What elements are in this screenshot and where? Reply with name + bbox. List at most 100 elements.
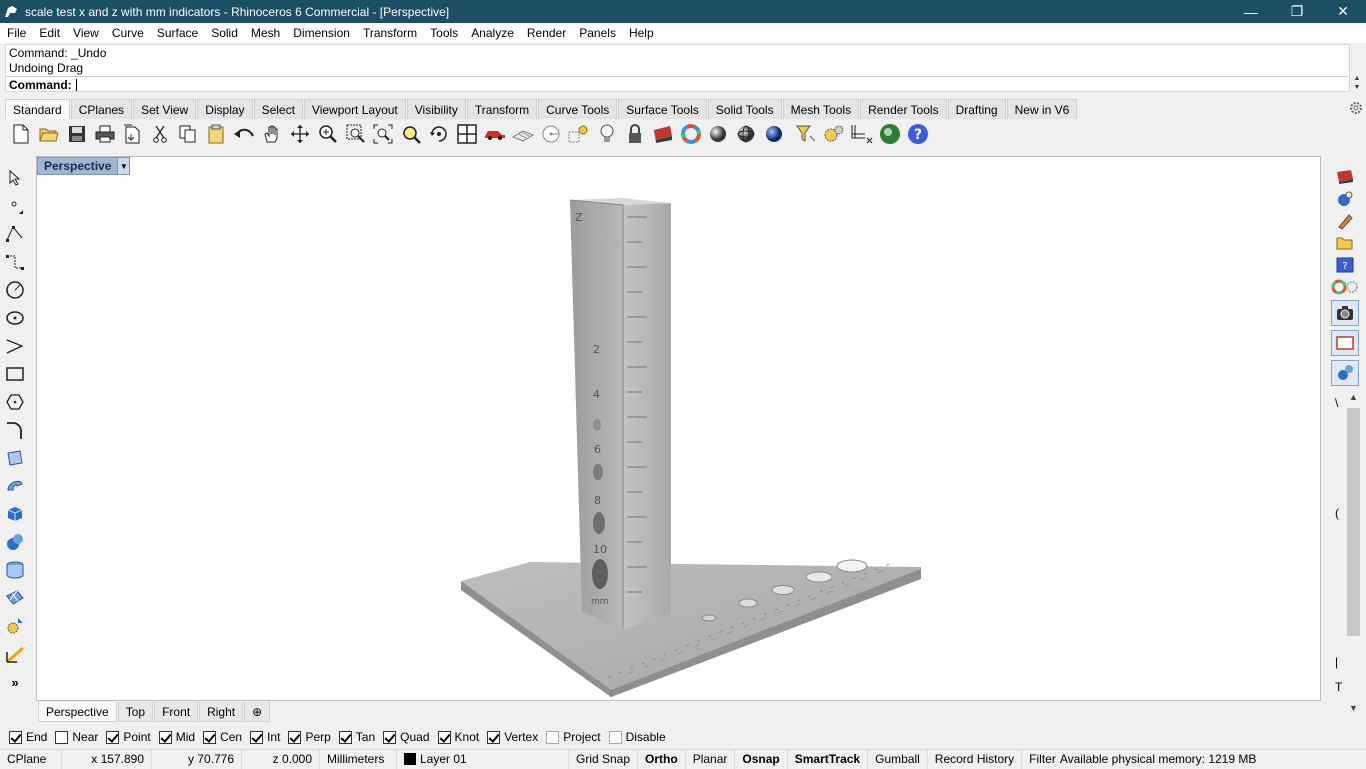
panel-scrollbar[interactable]: ▲ ▼ (1345, 392, 1362, 718)
new-file-icon[interactable] (10, 123, 32, 145)
checkbox[interactable] (383, 730, 397, 744)
tab-curve-tools[interactable]: Curve Tools (538, 99, 618, 119)
dimension-tool-icon[interactable] (5, 644, 25, 664)
tab-render-tools[interactable]: Render Tools (860, 99, 947, 119)
menu-render[interactable]: Render (520, 26, 572, 40)
cplane-indicator[interactable]: CPlane (0, 749, 62, 769)
menu-mesh[interactable]: Mesh (244, 26, 286, 40)
filter-toggle[interactable]: Filter (1022, 750, 1058, 769)
car-icon[interactable] (484, 123, 506, 145)
scrollbar-thumb[interactable] (1347, 408, 1360, 636)
close-button[interactable]: ✕ (1320, 0, 1366, 23)
help-icon[interactable]: ? (907, 123, 929, 145)
checkbox[interactable] (203, 730, 217, 744)
menu-help[interactable]: Help (622, 26, 660, 40)
osnap-perp[interactable]: Perp (288, 730, 331, 744)
settings-gears-icon[interactable] (823, 123, 845, 145)
restore-button[interactable]: ❐ (1274, 0, 1320, 23)
horizontal-ruler[interactable] (461, 559, 921, 697)
camera-panel-icon[interactable] (1331, 300, 1359, 326)
tab-select[interactable]: Select (253, 99, 303, 119)
osnap-vertex[interactable]: Vertex (487, 730, 538, 744)
menu-tools[interactable]: Tools (423, 26, 464, 40)
move-view-icon[interactable] (289, 123, 311, 145)
checkbox[interactable] (487, 730, 501, 744)
scroll-up-icon[interactable]: ▲ (1345, 392, 1362, 406)
osnap-knot[interactable]: Knot (437, 730, 479, 744)
menu-transform[interactable]: Transform (356, 26, 423, 40)
menu-surface[interactable]: Surface (150, 26, 204, 40)
menu-curve[interactable]: Curve (105, 26, 150, 40)
tab-transform[interactable]: Transform (466, 99, 538, 119)
record-history-toggle[interactable]: Record History (928, 749, 1023, 769)
rhino-app-icon[interactable] (3, 4, 19, 20)
viewport-title[interactable]: Perspective ▼ (37, 157, 131, 175)
tab-new-in-v6[interactable]: New in V6 (1006, 99, 1078, 119)
polygon-tool-icon[interactable] (5, 392, 25, 412)
cut-icon[interactable] (149, 123, 171, 145)
smarttrack-toggle[interactable]: SmartTrack (788, 749, 869, 769)
planar-toggle[interactable]: Planar (686, 749, 736, 769)
menu-dimension[interactable]: Dimension (286, 26, 356, 40)
checkbox[interactable] (288, 730, 302, 744)
menu-edit[interactable]: Edit (32, 26, 66, 40)
viewport-menu-arrow-icon[interactable]: ▼ (117, 158, 130, 174)
pan-hand-icon[interactable] (261, 123, 283, 145)
tab-cplanes[interactable]: CPlanes (70, 99, 133, 119)
tab-set-view[interactable]: Set View (133, 99, 197, 119)
osnap-end[interactable]: End (9, 730, 47, 744)
paste-icon[interactable] (205, 123, 227, 145)
osnap-cen[interactable]: Cen (203, 730, 242, 744)
viewport-tab-right[interactable]: Right (199, 702, 244, 722)
plane-icon[interactable] (512, 123, 534, 145)
sphere-wire-icon[interactable] (735, 123, 757, 145)
render-sphere-icon[interactable] (763, 123, 785, 145)
print-icon[interactable] (94, 123, 116, 145)
curve-tool-icon[interactable] (5, 252, 25, 272)
menu-panels[interactable]: Panels (572, 26, 622, 40)
tab-surface-tools[interactable]: Surface Tools (618, 99, 707, 119)
zoom-selected-icon[interactable] (400, 123, 422, 145)
color-wheel-icon[interactable] (680, 123, 702, 145)
surface-tool-icon[interactable] (5, 448, 25, 468)
osnap-near[interactable]: Near (55, 730, 98, 744)
folder-panel-icon[interactable] (1331, 232, 1359, 254)
tab-drafting[interactable]: Drafting (947, 99, 1006, 119)
osnap-toggle[interactable]: Osnap (735, 749, 788, 769)
grid-icon[interactable] (851, 123, 873, 145)
layer-icon[interactable] (652, 123, 674, 145)
viewport-tab-perspective[interactable]: Perspective (38, 702, 117, 722)
menu-solid[interactable]: Solid (204, 26, 244, 40)
ortho-toggle[interactable]: Ortho (638, 749, 686, 769)
viewport-layout-icon[interactable] (456, 123, 478, 145)
menu-analyze[interactable]: Analyze (464, 26, 520, 40)
solid-box-icon[interactable] (5, 504, 25, 524)
layer-panel-icon[interactable] (1331, 166, 1359, 188)
minimize-button[interactable]: — (1228, 0, 1274, 23)
zoom-icon[interactable] (317, 123, 339, 145)
osnap-point[interactable]: Point (106, 730, 151, 744)
copy-icon[interactable] (177, 123, 199, 145)
units-indicator[interactable]: Millimeters (320, 749, 397, 769)
tab-standard[interactable]: Standard (5, 99, 70, 119)
layer-indicator[interactable]: Layer 01 (397, 749, 569, 769)
lock-icon[interactable] (624, 123, 646, 145)
tab-solid-tools[interactable]: Solid Tools (707, 99, 782, 119)
menu-view[interactable]: View (66, 26, 105, 40)
command-scrollbar[interactable]: ▲ ▼ (1351, 74, 1363, 92)
model-view[interactable]: Z 2 4 6 8 10 mm (37, 157, 1321, 701)
revolve-surface-icon[interactable] (5, 476, 25, 496)
material-panel-icon[interactable] (1331, 276, 1359, 298)
point-tool-icon[interactable] (5, 196, 25, 216)
sphere-shaded-icon[interactable] (708, 123, 730, 145)
scroll-up-icon[interactable]: ▲ (1351, 74, 1363, 83)
display-panel-icon[interactable] (1331, 360, 1359, 386)
point-icon[interactable] (568, 123, 590, 145)
menu-file[interactable]: File (0, 26, 32, 40)
viewport-tab-front[interactable]: Front (154, 702, 199, 722)
tab-mesh-tools[interactable]: Mesh Tools (782, 99, 860, 119)
perspective-viewport[interactable]: Z 2 4 6 8 10 mm Perspective ▼ (36, 156, 1321, 701)
boolean-union-icon[interactable] (5, 532, 25, 552)
scroll-down-icon[interactable]: ▼ (1351, 83, 1363, 92)
properties-panel-icon[interactable] (1331, 188, 1359, 210)
